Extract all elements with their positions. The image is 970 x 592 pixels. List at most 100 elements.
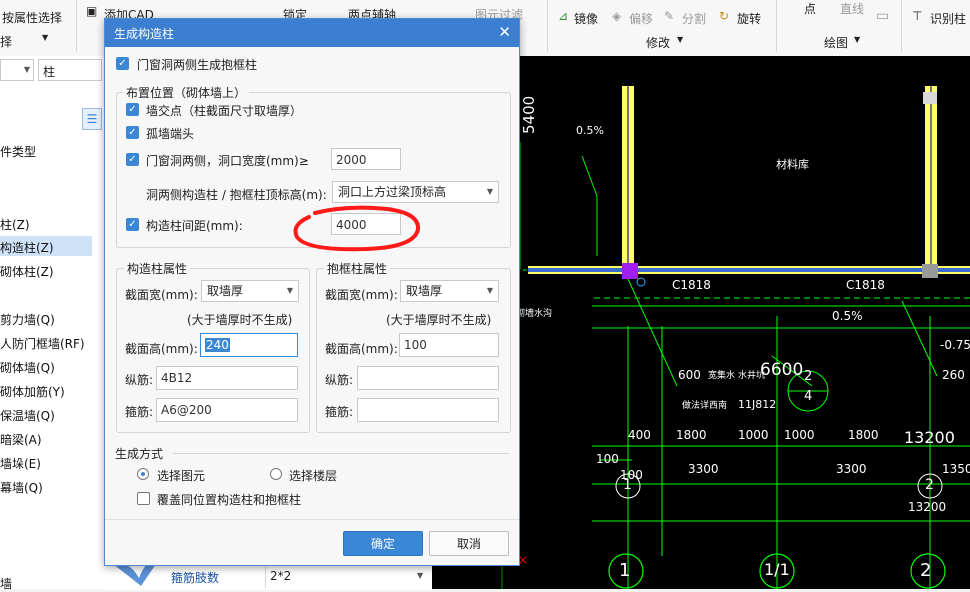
cc-width-label: 截面宽(mm): <box>125 288 198 302</box>
label-260: 260 <box>942 368 965 382</box>
property-divider <box>265 566 266 588</box>
dimension-6600: 6600 <box>760 360 804 380</box>
type-dropdown[interactable]: 柱 <box>38 59 102 81</box>
rotate-button[interactable]: 旋转 <box>737 10 761 27</box>
tree-item-civil-defense-wall[interactable]: 人防门框墙(RF) <box>0 335 85 352</box>
cc-height-input[interactable]: 240 <box>200 333 298 357</box>
tree-item-masonry-reinforcement[interactable]: 砌体加筋(Y) <box>0 383 65 400</box>
category-dropdown[interactable]: ▼ <box>0 59 34 81</box>
tree-item-curtain-wall[interactable]: 幕墙(Q) <box>0 479 43 496</box>
cc-width-value: 取墙厚 <box>207 284 244 298</box>
rectangle-icon[interactable]: ▭ <box>876 8 889 24</box>
select-floor-radio[interactable] <box>270 468 282 480</box>
select-element-label: 选择图元 <box>157 469 206 483</box>
fc-longitudinal-input[interactable] <box>357 366 499 390</box>
line-button[interactable]: 直线 <box>840 0 864 17</box>
ribbon-divider <box>901 0 902 52</box>
layout-position-title: 布置位置（砌体墙上） <box>123 84 250 101</box>
select-by-property-button[interactable]: 按属性选择 <box>2 9 62 26</box>
tree-item-hidden-beam[interactable]: 暗梁(A) <box>0 431 42 448</box>
cc-width-select[interactable]: 取墙厚 ▼ <box>201 280 299 302</box>
fc-stirrup-input[interactable] <box>357 398 499 422</box>
drain-note: 砌墙水沟 <box>516 309 553 319</box>
chevron-down-icon[interactable]: ▼ <box>677 35 683 44</box>
point-button[interactable]: 点 <box>804 0 816 17</box>
chevron-down-icon: ▼ <box>286 286 293 295</box>
cc-stirrup-input[interactable]: A6@200 <box>156 398 298 422</box>
axis-label-2: 2 <box>925 477 934 493</box>
dim-100-a: 100 <box>596 452 619 466</box>
cc-height-value: 240 <box>205 338 230 352</box>
dim-1800-a: 1800 <box>676 428 707 442</box>
list-view-icon[interactable]: ☰ <box>82 108 102 130</box>
dialog-title: 生成构造柱 <box>114 27 175 41</box>
label-600: 600 <box>678 368 701 382</box>
opening-width-checkbox[interactable]: ✓ <box>126 153 139 166</box>
tree-item-shear-wall[interactable]: 剪力墙(Q) <box>0 311 55 328</box>
reference-code: 11J812 <box>738 398 777 411</box>
wall-intersection-label: 墙交点（柱截面尺寸取墙厚） <box>146 104 303 118</box>
opening-width-input[interactable]: 2000 <box>331 148 401 170</box>
top-elevation-value: 洞口上方过梁顶标高 <box>338 185 447 199</box>
tree-item-wall[interactable]: 墙 <box>0 575 12 592</box>
stirrup-legs-value[interactable]: 2*2 <box>270 569 291 583</box>
tree-item-masonry-wall[interactable]: 砌体墙(Q) <box>0 359 55 376</box>
cc-longitudinal-input[interactable]: 4B12 <box>156 366 298 390</box>
offset-button[interactable]: 偏移 <box>629 10 653 27</box>
window-label-a: C1818 <box>672 278 711 292</box>
dialog-title-bar[interactable]: 生成构造柱 ✕ <box>105 19 519 47</box>
fc-height-label: 截面高(mm): <box>325 342 398 356</box>
cancel-button[interactable]: 取消 <box>429 531 509 556</box>
elevation-label: -0.750 <box>940 338 970 352</box>
split-icon: ✎ <box>664 9 675 23</box>
overwrite-checkbox[interactable] <box>137 492 150 505</box>
axis-label-1: 1 <box>623 477 632 493</box>
fc-property-title: 抱框柱属性 <box>324 260 391 277</box>
chevron-down-icon[interactable]: ▼ <box>417 571 423 580</box>
cc-stirrup-label: 箍筋: <box>125 405 154 419</box>
dialog-footer-divider <box>105 519 519 520</box>
tree-item-insulation-wall[interactable]: 保温墙(Q) <box>0 407 55 424</box>
dim-1000-b: 1000 <box>784 428 815 442</box>
dimension-5400: 5400 <box>520 95 538 134</box>
select-element-radio[interactable] <box>137 468 149 480</box>
dim-1800-b: 1800 <box>848 428 879 442</box>
modify-group-label[interactable]: 修改 <box>646 34 670 51</box>
mirror-button[interactable]: 镜像 <box>574 10 598 27</box>
tree-item-masonry-column[interactable]: 砌体柱(Z) <box>0 263 54 280</box>
room-label: 材料库 <box>776 158 809 171</box>
cc-longitudinal-label: 纵筋: <box>125 373 154 387</box>
spacing-checkbox[interactable]: ✓ <box>126 218 139 231</box>
fc-width-select[interactable]: 取墙厚 ▼ <box>400 280 499 302</box>
chevron-down-icon: ▼ <box>486 187 493 196</box>
dim-13200-top: 13200 <box>904 428 955 447</box>
offset-icon: ◈ <box>612 9 622 23</box>
reference-note: 做法详西南 <box>682 401 728 411</box>
fc-height-input[interactable]: 100 <box>399 333 499 357</box>
fc-width-label: 截面宽(mm): <box>325 288 398 302</box>
type-dropdown-value: 柱 <box>43 65 56 79</box>
cc-property-title: 构造柱属性 <box>124 260 191 277</box>
spacing-label: 构造柱间距(mm): <box>146 219 243 233</box>
identify-column-button[interactable]: 识别柱 <box>930 10 966 27</box>
chevron-down-icon[interactable]: ▼ <box>854 35 860 44</box>
wall-intersection-checkbox[interactable]: ✓ <box>126 103 139 116</box>
ok-button[interactable]: 确定 <box>343 531 423 556</box>
identify-column-icon: ⊤ <box>912 9 923 23</box>
tree-item-column[interactable]: 柱(Z) <box>0 216 30 233</box>
generation-mode-label: 生成方式 <box>115 447 164 461</box>
draw-group-label[interactable]: 绘图 <box>824 34 848 51</box>
mirror-icon: ⊿ <box>558 9 569 23</box>
opening-both-sides-checkbox[interactable]: ✓ <box>116 57 129 70</box>
axis-bubble-1-1: 1/1 <box>764 560 790 579</box>
chevron-down-icon[interactable]: ▼ <box>42 33 48 42</box>
axis-bubble-2: 2 <box>920 560 932 581</box>
tree-item-constructional-column[interactable]: 构造柱(Z) <box>0 239 54 256</box>
split-button[interactable]: 分割 <box>682 10 706 27</box>
dim-13200-bottom: 13200 <box>908 500 947 514</box>
isolated-wall-end-checkbox[interactable]: ✓ <box>126 126 139 139</box>
tree-item-wall-pier[interactable]: 墙垛(E) <box>0 455 41 472</box>
generation-mode-divider <box>173 453 509 454</box>
select-menu-label[interactable]: 择 <box>0 33 12 50</box>
close-icon[interactable]: ✕ <box>498 23 511 41</box>
